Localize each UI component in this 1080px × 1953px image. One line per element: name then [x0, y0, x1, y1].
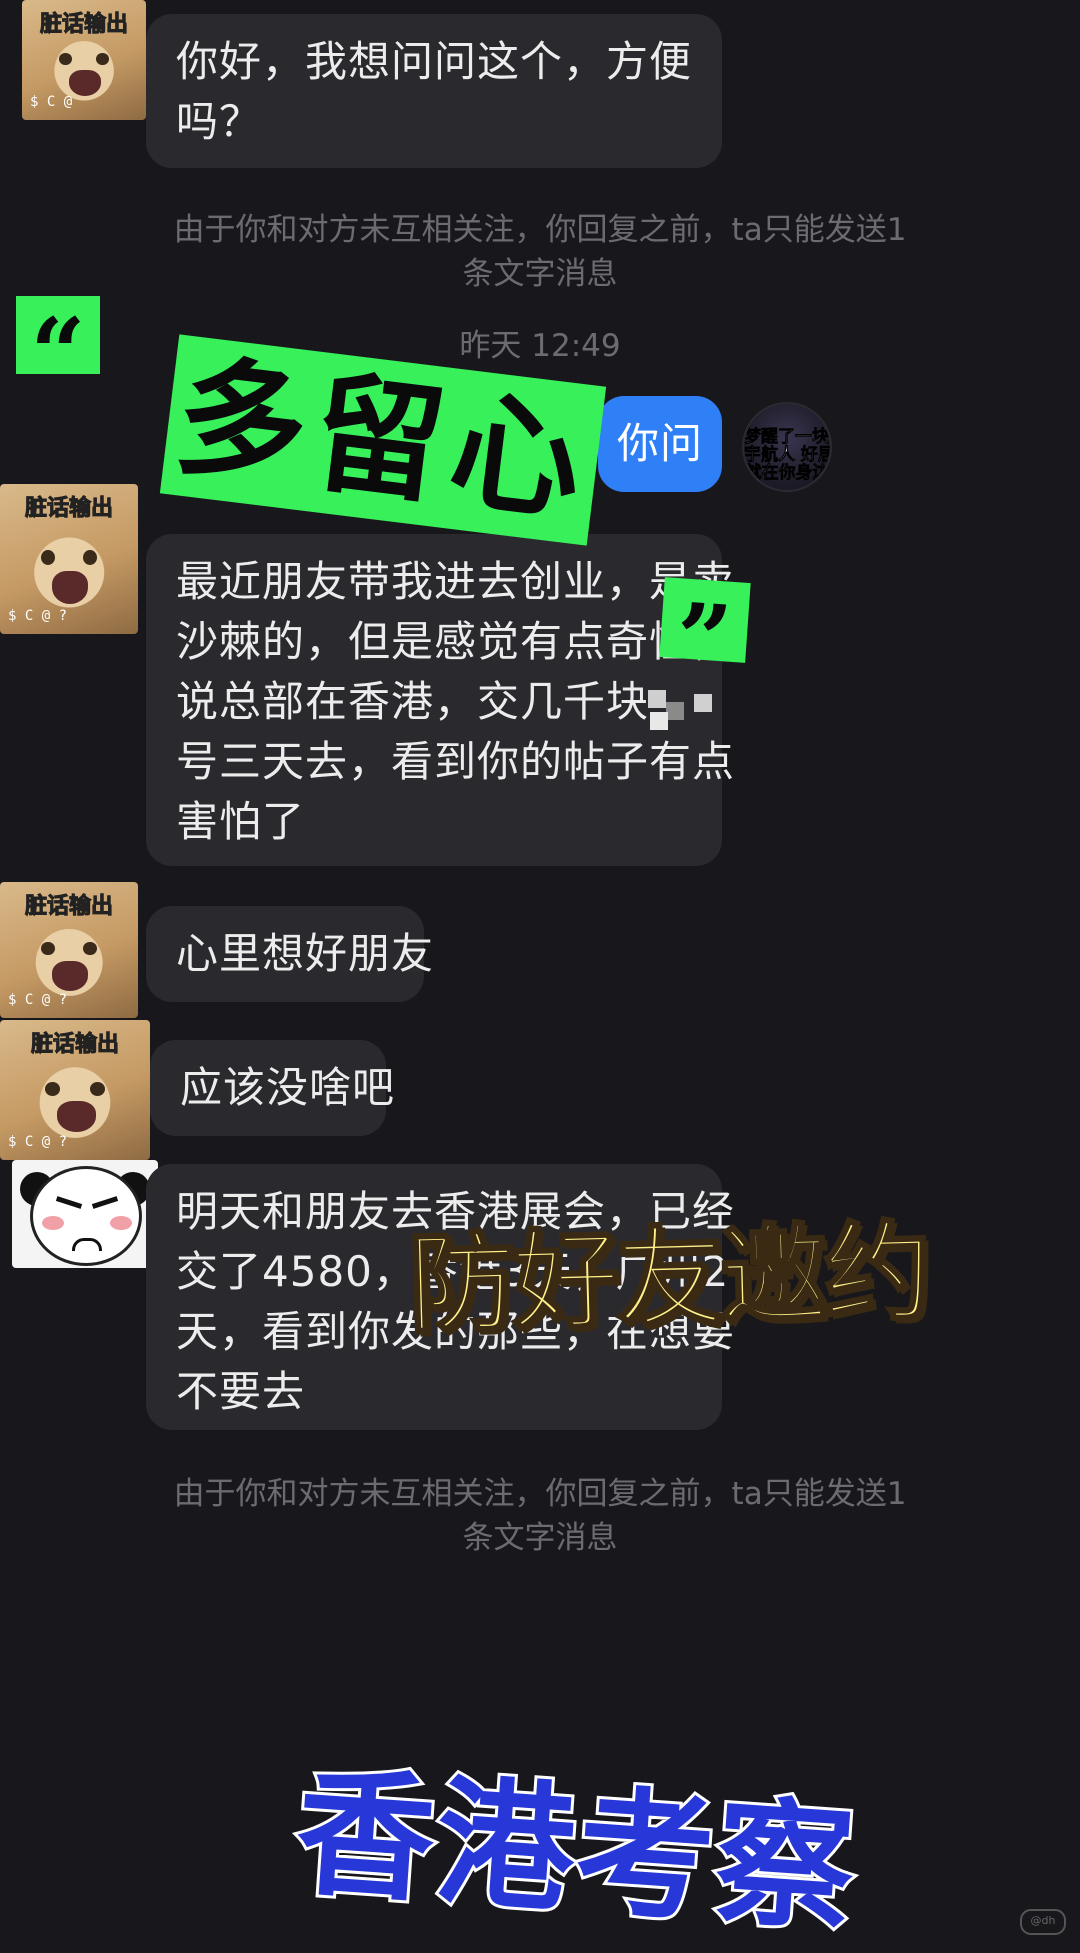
sender-avatar[interactable]: 脏话输出 $ C @ ? [0, 1020, 150, 1160]
yellow-caption: 防好友邀约 [405, 1209, 931, 1351]
message-bubble[interactable]: 最近朋友带我进去创业，是卖 沙棘的，但是感觉有点奇怪， 说总部在香港，交几千块 … [146, 534, 736, 866]
sender-avatar[interactable]: 脏话输出 $ C @ [22, 0, 146, 120]
green-title-sticker: 多留心 [159, 334, 607, 546]
message-line: 说总部在香港，交几千块 [176, 677, 650, 726]
watermark: @dh [1020, 1909, 1066, 1935]
my-reply-bubble[interactable]: 你问 [598, 396, 722, 492]
close-quote-sticker: ” [659, 577, 751, 698]
system-notice: 由于你和对方未互相关注，你回复之前，ta只能发送1 条文字消息 [173, 212, 907, 292]
avatar-caption: 脏话输出 [24, 496, 113, 522]
sender-avatar[interactable]: 脏话输出 $ C @ ? [0, 484, 138, 634]
reply-text: 你问 [616, 419, 703, 468]
message-bubble[interactable]: 应该没啥吧 [150, 1040, 396, 1136]
message-line: 心里想好朋友 [176, 929, 435, 978]
message-line: 最近朋友带我进去创业，是卖 [176, 557, 736, 606]
message-line: 你好，我想问问这个，方便 [176, 37, 693, 86]
message-line: 害怕了 [176, 797, 306, 846]
sender-avatar[interactable]: 脏话输出 $ C @ ? [0, 882, 138, 1018]
chat-screen: 脏话输出 $ C @ 你好，我想问问这个，方便 吗？ 由于你和对方未互相关注，你… [0, 0, 1080, 1953]
green-title-text: 多留心 [168, 339, 598, 541]
timestamp: 昨天 12:49 [459, 328, 621, 364]
blue-caption: 香港考察 [288, 1749, 864, 1953]
open-quote-sticker: “ [16, 296, 100, 402]
message-line: 沙棘的，但是感觉有点奇怪， [176, 617, 736, 666]
message-line: 应该没啥吧 [180, 1063, 396, 1112]
avatar-caption: 脏话输出 [30, 1032, 119, 1058]
message-bubble[interactable]: 你好，我想问问这个，方便 吗？ [146, 14, 722, 168]
message-line: 号三天去，看到你的帖子有点 [176, 737, 736, 786]
message-bubble[interactable]: 心里想好朋友 [146, 906, 435, 1002]
panda-avatar[interactable] [12, 1160, 158, 1268]
my-avatar[interactable]: 梦醒了一块跑 宇航人 好居 就在你身边 [742, 402, 832, 492]
avatar-caption: 脏话输出 [24, 894, 113, 920]
system-notice-bottom: 由于你和对方未互相关注，你回复之前，ta只能发送1 条文字消息 [173, 1476, 907, 1556]
message-line: 吗？ [176, 97, 263, 146]
message-line: 不要去 [176, 1367, 306, 1416]
